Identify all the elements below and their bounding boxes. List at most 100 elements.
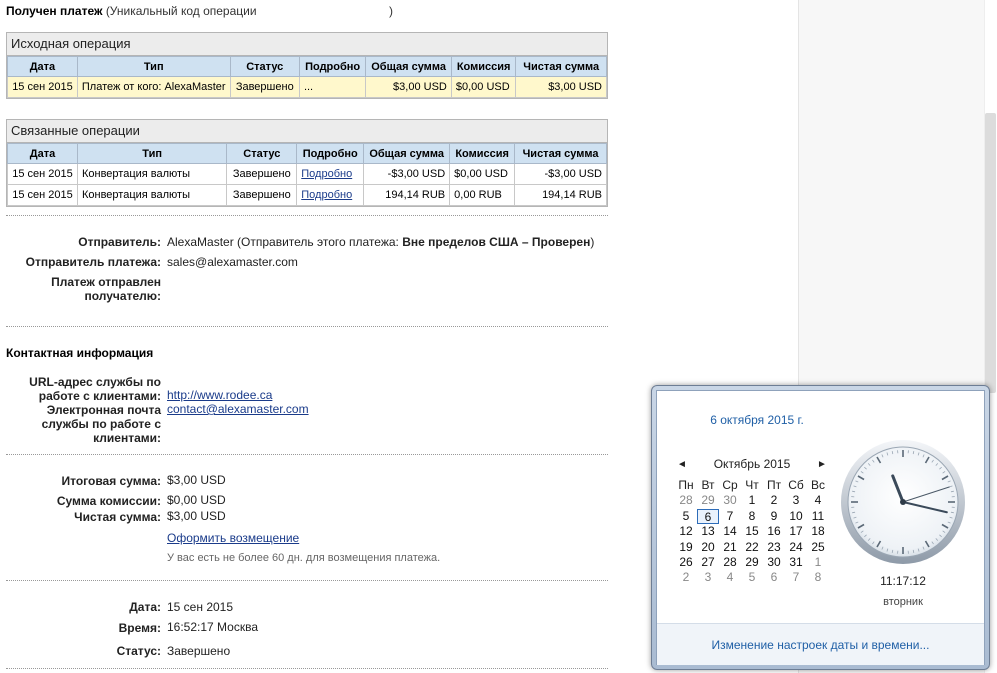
page-title: Получен платеж (Уникальный код операции … <box>6 4 393 18</box>
calendar-day[interactable]: 9 <box>763 509 785 524</box>
sender-name: AlexaMaster (Отправитель этого платежа: <box>167 235 403 249</box>
calendar-day[interactable]: 11 <box>807 509 829 524</box>
divider <box>6 668 608 669</box>
calendar-day[interactable]: 1 <box>741 493 763 508</box>
column-header: Подробно <box>296 143 365 164</box>
calendar-weekday: Пн <box>678 478 694 492</box>
calendar-day-today[interactable]: 6 <box>697 508 719 525</box>
calendar-day[interactable]: 18 <box>807 524 829 539</box>
calendar-day[interactable]: 7 <box>785 570 807 585</box>
calendar-day[interactable]: 8 <box>807 570 829 585</box>
calendar-day[interactable]: 5 <box>741 570 763 585</box>
cell-status: Завершено <box>226 163 298 185</box>
cell-details: Подробно <box>296 163 365 185</box>
calendar-day[interactable]: 2 <box>763 493 785 508</box>
calendar-day[interactable]: 1 <box>807 555 829 570</box>
weekday-label: вторник <box>883 596 923 608</box>
calendar-day[interactable]: 13 <box>697 524 719 539</box>
calendar-day[interactable]: 16 <box>763 524 785 539</box>
calendar-day[interactable]: 21 <box>719 540 741 555</box>
divider <box>6 326 608 327</box>
calendar-day[interactable]: 27 <box>697 555 719 570</box>
next-month-icon[interactable]: ► <box>817 459 827 470</box>
calendar-day[interactable]: 15 <box>741 524 763 539</box>
full-date-link[interactable]: 6 октября 2015 г. <box>657 413 857 427</box>
calendar-month-title[interactable]: Октябрь 2015 <box>687 457 817 471</box>
column-header: Дата <box>7 56 78 77</box>
calendar-day[interactable]: 3 <box>785 493 807 508</box>
cell-net: 194,14 RUB <box>514 184 607 206</box>
service-email-label-line: службы по работе с <box>41 417 161 431</box>
cell-details: Подробно <box>296 184 365 206</box>
calendar-day[interactable]: 29 <box>741 555 763 570</box>
scrollbar-thumb[interactable] <box>985 113 996 393</box>
calendar-day[interactable]: 4 <box>807 493 829 508</box>
total-amount-value: $3,00 USD <box>167 473 226 487</box>
calendar-day[interactable]: 30 <box>719 493 741 508</box>
calendar-weekday: Сб <box>788 478 804 492</box>
cell-type: Платеж от кого: AlexaMaster <box>76 76 231 98</box>
divider <box>6 454 608 455</box>
cell-total: -$3,00 USD <box>363 163 451 185</box>
calendar-day[interactable]: 26 <box>675 555 697 570</box>
calendar-day[interactable]: 17 <box>785 524 807 539</box>
calendar-day[interactable]: 2 <box>675 570 697 585</box>
date-time-popup: 6 октября 2015 г. ◄ Октябрь 2015 ► Пн Вт С… <box>651 385 990 670</box>
payer-label: Отправитель платежа: <box>25 255 161 269</box>
column-header: Статус <box>229 56 300 77</box>
divider <box>6 580 608 581</box>
original-operation-table: Дата Тип Статус Подробно Общая сумма Комиссия… <box>7 56 607 98</box>
column-header: Дата <box>7 143 78 164</box>
calendar-day[interactable]: 12 <box>675 524 697 539</box>
calendar-grid: Пн Вт Ср Чт Пт Сб Вс 28 29 30 1 2 3 4 5 6 7 8 9 10 11 12 13 14 1… <box>675 478 851 586</box>
prev-month-icon[interactable]: ◄ <box>677 459 687 470</box>
cell-net: $3,00 USD <box>515 76 607 98</box>
popup-footer: Изменение настроек даты и времени... <box>657 623 984 665</box>
service-email-label-line: Электронная почта <box>46 403 161 417</box>
calendar-week-row: 12 13 14 15 16 17 18 <box>675 524 851 539</box>
calendar-day[interactable]: 3 <box>697 570 719 585</box>
calendar-day[interactable]: 31 <box>785 555 807 570</box>
calendar-day[interactable]: 19 <box>675 540 697 555</box>
calendar-day[interactable]: 24 <box>785 540 807 555</box>
cell-date: 15 сен 2015 <box>7 163 78 185</box>
service-url-link[interactable]: http://www.rodee.ca <box>167 388 272 402</box>
sent-to-label-line: Платеж отправлен <box>51 275 161 289</box>
calendar-day[interactable]: 4 <box>719 570 741 585</box>
column-header: Общая сумма <box>363 143 451 164</box>
calendar-day[interactable]: 10 <box>785 509 807 524</box>
calendar-day[interactable]: 22 <box>741 540 763 555</box>
issue-refund-link[interactable]: Оформить возмещение <box>167 531 299 545</box>
original-operation-section: Исходная операция Дата Тип Статус Подробно О… <box>6 32 608 99</box>
service-url-label-line: работе с клиентами: <box>38 389 161 403</box>
calendar-day[interactable]: 20 <box>697 540 719 555</box>
calendar-day[interactable]: 30 <box>763 555 785 570</box>
column-header: Статус <box>226 143 298 164</box>
refund-note: У вас есть не более 60 дн. для возмещени… <box>167 552 441 564</box>
cell-fee: 0,00 RUB <box>449 184 516 206</box>
change-date-time-settings-link[interactable]: Изменение настроек даты и времени... <box>657 638 984 652</box>
calendar-day[interactable]: 14 <box>719 524 741 539</box>
cell-fee: $0,00 USD <box>449 163 516 185</box>
details-link[interactable]: Подробно <box>301 168 352 180</box>
calendar-day[interactable]: 28 <box>719 555 741 570</box>
calendar-day[interactable]: 28 <box>675 493 697 508</box>
sender-label: Отправитель: <box>78 235 161 249</box>
calendar-day[interactable]: 6 <box>763 570 785 585</box>
date-time-popup-body: 6 октября 2015 г. ◄ Октябрь 2015 ► Пн Вт С… <box>656 390 985 665</box>
calendar-day[interactable]: 25 <box>807 540 829 555</box>
calendar-day[interactable]: 7 <box>719 509 741 524</box>
net-amount-label: Чистая сумма: <box>74 510 161 524</box>
calendar-day[interactable]: 8 <box>741 509 763 524</box>
column-header: Тип <box>76 143 228 164</box>
details-link[interactable]: Подробно <box>301 189 352 201</box>
payer-email: sales@alexamaster.com <box>167 255 298 269</box>
calendar-day[interactable]: 5 <box>675 509 697 524</box>
service-email-label-line: клиентами: <box>93 431 161 445</box>
calendar-day[interactable]: 23 <box>763 540 785 555</box>
service-email-link[interactable]: contact@alexamaster.com <box>167 402 309 416</box>
calendar-day[interactable]: 29 <box>697 493 719 508</box>
date-value: 15 сен 2015 <box>167 600 234 614</box>
cell-date: 15 сен 2015 <box>7 76 78 98</box>
service-url-label-line: URL-адрес службы по <box>29 375 161 389</box>
